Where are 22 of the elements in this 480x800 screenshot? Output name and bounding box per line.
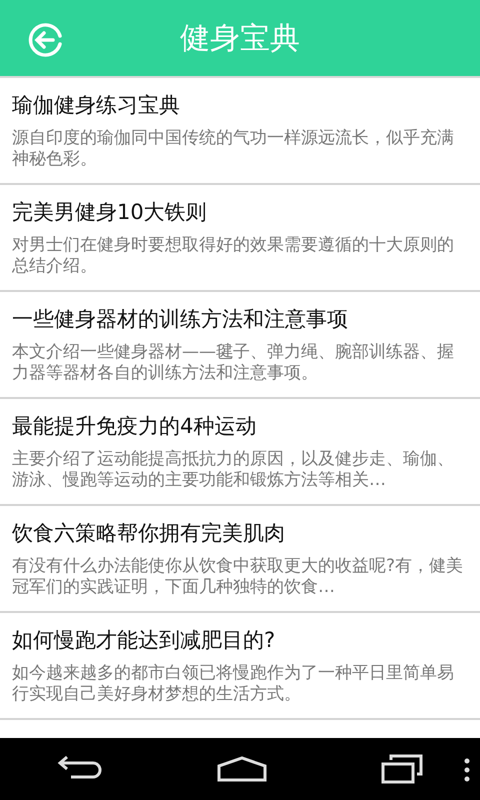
recent-apps-icon[interactable] <box>381 754 423 784</box>
article-title: 一些健身器材的训练方法和注意事项 <box>12 306 349 333</box>
article-item[interactable]: 如何慢跑才能达到减肥目的? 如今越来越多的都市白领已将慢跑作为了一种平日里简单易行实现自己美好身材梦想的生活方式。 <box>0 613 480 720</box>
article-title: 最能提升免疫力的4种运动 <box>12 413 258 440</box>
article-summary: 对男士们在健身时要想取得好的效果需要遵循的十大原则的总结介绍。 <box>12 235 455 277</box>
article-summary: 有没有什么办法能使你从饮食中获取更大的收益呢?有，健美冠军们的实践证明，下面几种独特的饮食… <box>12 556 464 598</box>
article-title: 饮食六策略帮你拥有完美肌肉 <box>12 520 286 547</box>
article-summary: 如今越来越多的都市白领已将慢跑作为了一种平日里简单易行实现自己美好身材梦想的生活方式。 <box>12 663 455 705</box>
article-summary: 主要介绍了运动能提高抵抗力的原因，以及健步走、瑜伽、游泳、慢跑等运动的主要功能和锻炼方法等相关… <box>12 449 455 491</box>
article-title: 完美男健身10大铁则 <box>12 199 208 226</box>
article-item[interactable]: 一些健身器材的训练方法和注意事项 本文介绍一些健身器材——毽子、弹力绳、腕部训练器、握力器等器材各自的训练方法和注意事项。 <box>0 292 480 399</box>
article-summary: 本文介绍一些健身器材——毽子、弹力绳、腕部训练器、握力器等器材各自的训练方法和注意事项。 <box>12 342 455 384</box>
overflow-menu-icon[interactable] <box>464 758 470 782</box>
home-icon[interactable] <box>217 756 267 782</box>
article-title: 瑜伽健身练习宝典 <box>12 92 181 119</box>
article-item[interactable]: 完美男健身10大铁则 对男士们在健身时要想取得好的效果需要遵循的十大原则的总结介绍。 <box>0 185 480 292</box>
article-item[interactable]: 饮食六策略帮你拥有完美肌肉 有没有什么办法能使你从饮食中获取更大的收益呢?有，健美冠军们的实践证明，下面几种独特的饮食… <box>0 506 480 613</box>
article-item[interactable]: 最能提升免疫力的4种运动 主要介绍了运动能提高抵抗力的原因，以及健步走、瑜伽、游泳、慢跑等运动的主要功能和锻炼方法等相关… <box>0 399 480 506</box>
article-summary: 源自印度的瑜伽同中国传统的气功一样源远流长，似乎充满神秘色彩。 <box>12 128 455 170</box>
article-item[interactable]: 瑜伽健身练习宝典 源自印度的瑜伽同中国传统的气功一样源远流长，似乎充满神秘色彩。 <box>0 78 480 185</box>
header-title: 健身宝典 <box>180 20 300 58</box>
article-title: 如何慢跑才能达到减肥目的? <box>12 627 276 654</box>
